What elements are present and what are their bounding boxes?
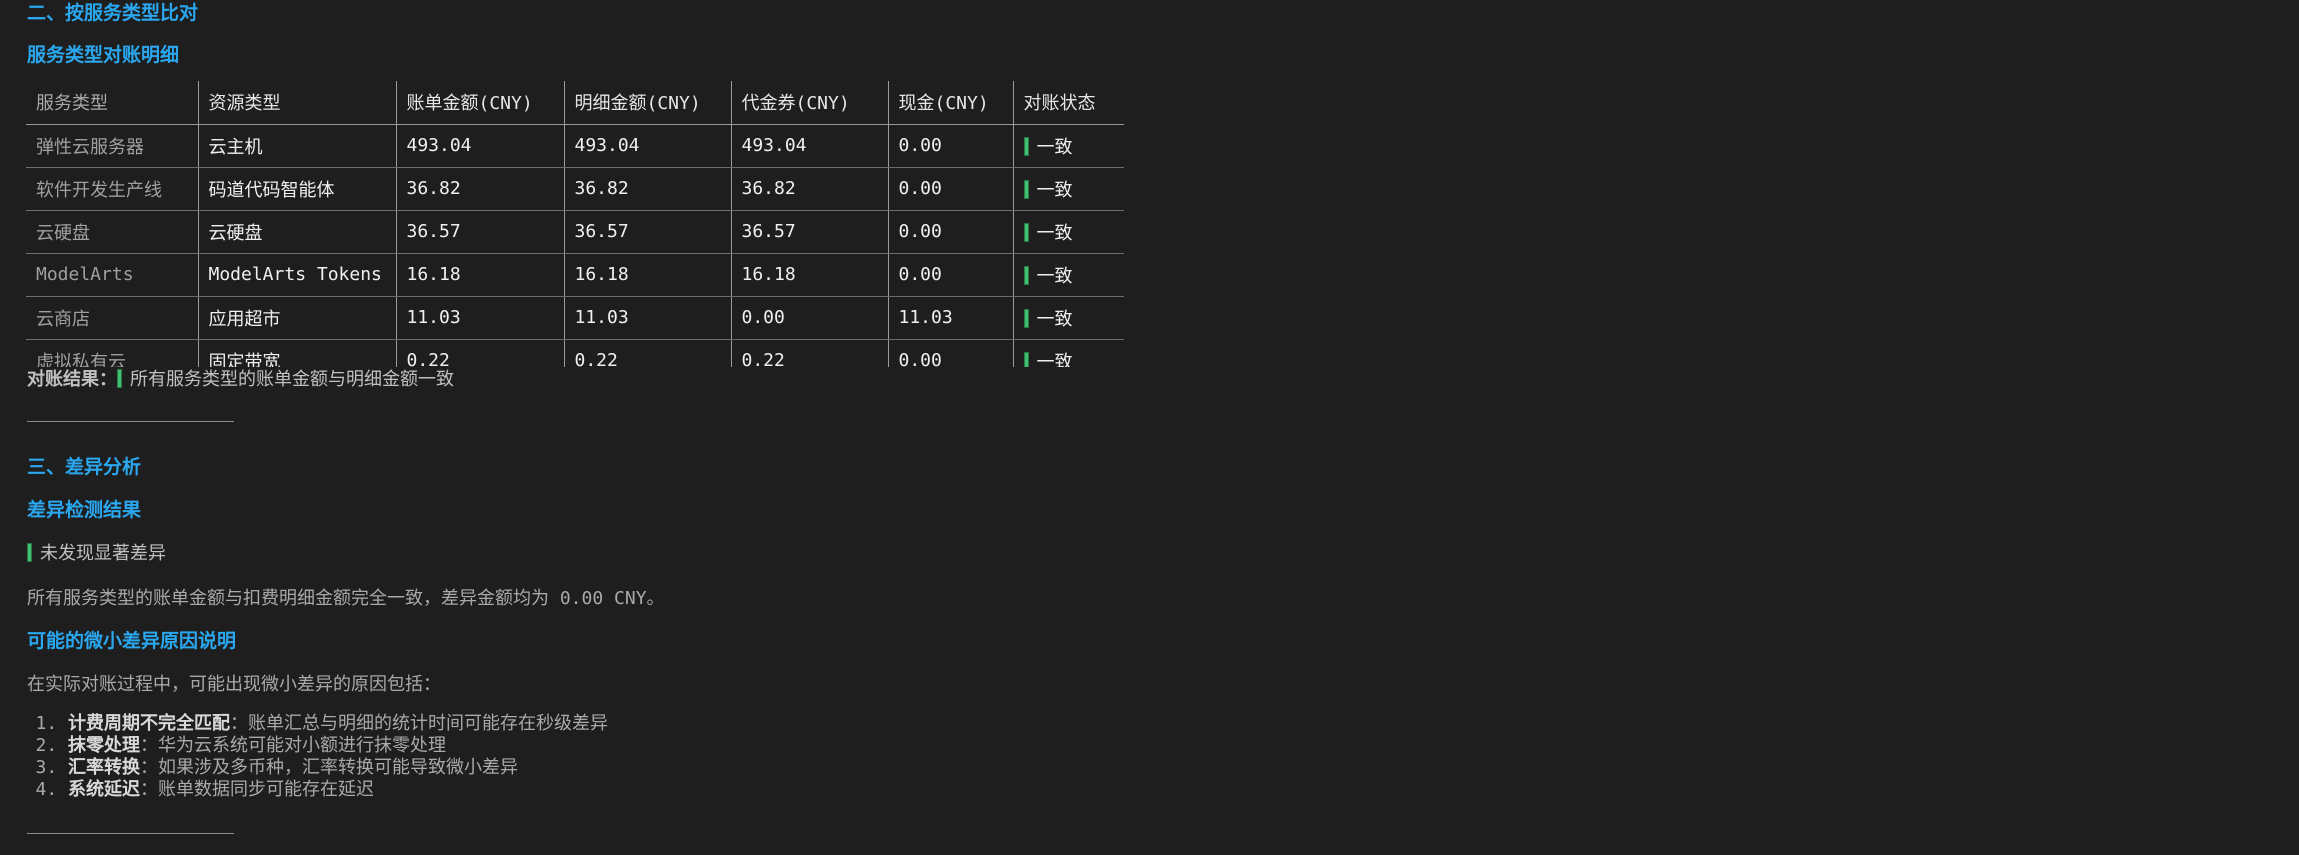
- cell-detail: 493.04: [563, 124, 731, 168]
- cell-resource: 云主机: [197, 124, 396, 168]
- reason-text: ：华为云系统可能对小额进行抹零处理: [140, 735, 446, 756]
- cell-cash: 0.00: [887, 253, 1013, 297]
- cell-status: 一致: [1012, 124, 1124, 168]
- no-diff-text: 未发现显著差异: [40, 543, 166, 564]
- status-text: 一致: [1036, 308, 1073, 330]
- cell-resource: 码道代码智能体: [197, 167, 396, 211]
- header-service-type: 服务类型: [26, 81, 198, 125]
- cell-status: 一致: [1012, 253, 1124, 297]
- table-row: ModelArts ModelArts Tokens 16.18 16.18 1…: [26, 253, 1124, 297]
- cell-detail: 16.18: [563, 253, 731, 297]
- cell-resource: 应用超市: [197, 296, 396, 340]
- header-voucher: 代金券(CNY): [730, 81, 888, 125]
- cell-cash: 0.00: [887, 167, 1013, 211]
- status-text: 一致: [1036, 265, 1073, 287]
- cell-bill: 16.18: [395, 253, 564, 297]
- status-text: 一致: [1036, 136, 1073, 158]
- cell-status: 一致: [1012, 296, 1124, 340]
- status-text: 一致: [1036, 351, 1073, 368]
- table-header-row: 服务类型 资源类型 账单金额(CNY) 明细金额(CNY) 代金券(CNY) 现…: [26, 81, 1124, 125]
- reasons-list: 计费周期不完全匹配：账单汇总与明细的统计时间可能存在秒级差异 抹零处理：华为云系…: [38, 713, 608, 801]
- reason-title: 计费周期不完全匹配: [68, 713, 230, 734]
- cell-service: 弹性云服务器: [26, 124, 198, 168]
- no-diff-line: 未发现显著差异: [27, 539, 166, 565]
- green-check-icon: [1023, 265, 1029, 285]
- section-heading-diff-analysis: 三、差异分析: [27, 456, 142, 478]
- list-item: 抹零处理：华为云系统可能对小额进行抹零处理: [68, 735, 608, 757]
- cell-bill: 493.04: [395, 124, 564, 168]
- cell-detail: 0.22: [563, 339, 731, 367]
- cell-status: 一致: [1012, 167, 1124, 211]
- green-check-icon: [1023, 222, 1029, 242]
- header-bill-amount: 账单金额(CNY): [395, 81, 564, 125]
- cell-service: ModelArts: [26, 253, 198, 297]
- list-item: 汇率转换：如果涉及多币种，汇率转换可能导致微小差异: [68, 757, 608, 779]
- reconciliation-table: 服务类型 资源类型 账单金额(CNY) 明细金额(CNY) 代金券(CNY) 现…: [26, 81, 1124, 367]
- green-check-icon: [1023, 136, 1029, 156]
- cell-detail: 36.57: [563, 210, 731, 254]
- cell-resource: 固定带宽: [197, 339, 396, 367]
- reason-title: 汇率转换: [68, 757, 140, 778]
- cell-resource: 云硬盘: [197, 210, 396, 254]
- section-heading-service-compare: 二、按服务类型比对: [27, 2, 199, 24]
- status-text: 一致: [1036, 179, 1073, 201]
- cell-resource: ModelArts Tokens: [197, 253, 396, 297]
- subheading-diff-detection: 差异检测结果: [27, 499, 142, 521]
- cell-service: 虚拟私有云: [26, 339, 198, 367]
- green-check-icon: [1023, 308, 1029, 328]
- cell-cash: 0.00: [887, 210, 1013, 254]
- cell-voucher: 0.00: [730, 296, 888, 340]
- cell-voucher: 493.04: [730, 124, 888, 168]
- reason-title: 系统延迟: [68, 779, 140, 800]
- subheading-diff-reasons: 可能的微小差异原因说明: [27, 630, 237, 652]
- subheading-service-detail: 服务类型对账明细: [27, 44, 180, 66]
- cell-voucher: 36.82: [730, 167, 888, 211]
- cell-cash: 0.00: [887, 339, 1013, 367]
- reconcile-result: 对账结果： 所有服务类型的账单金额与明细金额一致: [27, 365, 454, 391]
- cell-voucher: 16.18: [730, 253, 888, 297]
- header-cash: 现金(CNY): [887, 81, 1013, 125]
- table-row: 虚拟私有云 固定带宽 0.22 0.22 0.22 0.00 一致: [26, 339, 1124, 367]
- table-row: 云硬盘 云硬盘 36.57 36.57 36.57 0.00 一致: [26, 210, 1124, 254]
- header-resource-type: 资源类型: [197, 81, 396, 125]
- cell-bill: 0.22: [395, 339, 564, 367]
- cell-bill: 11.03: [395, 296, 564, 340]
- result-label: 对账结果：: [27, 369, 117, 390]
- cell-voucher: 0.22: [730, 339, 888, 367]
- reason-text: ：如果涉及多币种，汇率转换可能导致微小差异: [140, 757, 518, 778]
- cell-service: 云商店: [26, 296, 198, 340]
- result-text: 所有服务类型的账单金额与明细金额一致: [130, 369, 454, 390]
- reasons-intro: 在实际对账过程中，可能出现微小差异的原因包括：: [27, 674, 441, 695]
- header-detail-amount: 明细金额(CNY): [563, 81, 731, 125]
- cell-detail: 36.82: [563, 167, 731, 211]
- header-status: 对账状态: [1012, 81, 1124, 125]
- cell-status: 一致: [1012, 339, 1124, 368]
- green-check-icon: [1023, 179, 1029, 199]
- diff-summary: 所有服务类型的账单金额与扣费明细金额完全一致，差异金额均为 0.00 CNY。: [27, 588, 665, 609]
- reason-title: 抹零处理: [68, 735, 140, 756]
- table-row: 云商店 应用超市 11.03 11.03 0.00 11.03 一致: [26, 296, 1124, 340]
- cell-cash: 0.00: [887, 124, 1013, 168]
- cell-service: 软件开发生产线: [26, 167, 198, 211]
- cell-bill: 36.57: [395, 210, 564, 254]
- cell-status: 一致: [1012, 210, 1124, 254]
- table-row: 弹性云服务器 云主机 493.04 493.04 493.04 0.00 一致: [26, 124, 1124, 168]
- table-row: 软件开发生产线 码道代码智能体 36.82 36.82 36.82 0.00 一…: [26, 167, 1124, 211]
- list-item: 计费周期不完全匹配：账单汇总与明细的统计时间可能存在秒级差异: [68, 713, 608, 735]
- reason-text: ：账单汇总与明细的统计时间可能存在秒级差异: [230, 713, 608, 734]
- cell-detail: 11.03: [563, 296, 731, 340]
- status-text: 一致: [1036, 222, 1073, 244]
- list-item: 系统延迟：账单数据同步可能存在延迟: [68, 779, 608, 801]
- green-check-icon: [1023, 351, 1029, 367]
- cell-service: 云硬盘: [26, 210, 198, 254]
- green-check-icon: [27, 543, 32, 562]
- divider: [27, 833, 234, 834]
- reconciliation-table-viewport[interactable]: 服务类型 资源类型 账单金额(CNY) 明细金额(CNY) 代金券(CNY) 现…: [0, 81, 1150, 367]
- cell-bill: 36.82: [395, 167, 564, 211]
- green-check-icon: [117, 369, 122, 388]
- divider: [27, 421, 234, 422]
- reason-text: ：账单数据同步可能存在延迟: [140, 779, 374, 800]
- cell-cash: 11.03: [887, 296, 1013, 340]
- cell-voucher: 36.57: [730, 210, 888, 254]
